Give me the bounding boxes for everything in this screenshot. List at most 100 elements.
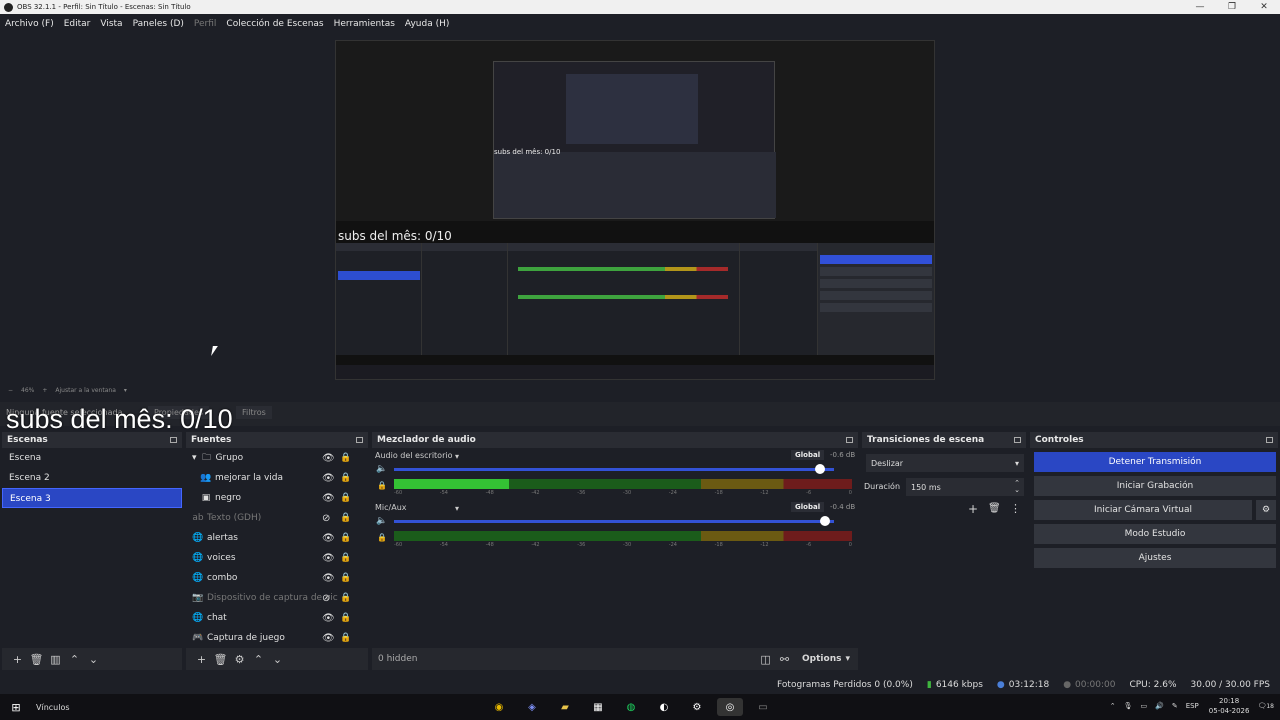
source-item[interactable]: 🌐 alertas 👁 🔒 (186, 528, 368, 548)
source-item[interactable]: ▣ negro 👁 🔒 (186, 488, 368, 508)
lock-icon[interactable]: 🔒 (340, 493, 351, 503)
lock-icon[interactable]: 🔒 (340, 533, 351, 543)
lock-icon[interactable]: 🔒 (340, 633, 351, 643)
float-dock-icon[interactable] (1266, 437, 1273, 443)
menu-archivo[interactable]: Archivo (F) (0, 19, 59, 29)
game-app-icon[interactable]: ▭ (750, 698, 776, 716)
pen-icon[interactable]: ✎ (1172, 702, 1178, 710)
notification-icon[interactable]: 🗨 (1257, 702, 1266, 710)
add-transition-icon[interactable]: + (968, 502, 978, 516)
settings-button[interactable]: Ajustes (1034, 548, 1276, 568)
more-options-icon[interactable]: ⋮ (1010, 502, 1021, 515)
move-up-icon[interactable]: ⌃ (65, 653, 84, 666)
lock-icon[interactable]: 🔒 (377, 533, 387, 542)
chevron-down-icon[interactable]: ▾ (192, 453, 197, 463)
chevron-up-icon[interactable]: ⌃ (1110, 702, 1116, 710)
mic-icon[interactable]: 🎙 (1124, 702, 1133, 710)
start-virtual-camera-button[interactable]: Iniciar Cámara Virtual (1034, 500, 1252, 520)
chrome-icon[interactable]: ◉ (486, 698, 512, 716)
source-item[interactable]: 🎮 Captura de juego 👁 🔒 (186, 628, 368, 648)
lock-icon[interactable]: 🔒 (340, 573, 351, 583)
lock-icon[interactable]: 🔒 (340, 453, 351, 463)
menu-coleccion-escenas[interactable]: Colección de Escenas (221, 19, 328, 29)
gear-icon[interactable]: ⚙ (230, 653, 249, 666)
eye-icon[interactable]: 👁 (322, 473, 335, 484)
menu-ayuda[interactable]: Ayuda (H) (400, 19, 454, 29)
maximize-button[interactable]: ❐ (1216, 2, 1248, 12)
speaker-icon[interactable]: 🔈 (376, 464, 387, 474)
move-down-icon[interactable]: ⌄ (268, 653, 287, 666)
close-button[interactable]: ✕ (1248, 2, 1280, 12)
settings-app-icon[interactable]: ⚙ (684, 698, 710, 716)
chevron-down-icon[interactable]: ▾ (455, 452, 459, 461)
menu-vista[interactable]: Vista (95, 19, 127, 29)
scene-item[interactable]: Escena 2 (2, 468, 182, 488)
eye-icon[interactable]: 👁 (322, 613, 335, 624)
eye-hidden-icon[interactable]: ⊘ (322, 593, 330, 604)
zoom-out-button[interactable]: − (8, 387, 13, 394)
layout-icon[interactable]: ◫ (756, 653, 775, 666)
lock-icon[interactable]: 🔒 (340, 473, 351, 483)
options-dropdown[interactable]: Options (802, 654, 841, 664)
volume-slider-knob[interactable] (815, 464, 826, 474)
spinner-icon[interactable]: ⌃ ⌄ (1014, 480, 1020, 494)
windows-start-icon[interactable]: ⊞ (0, 701, 32, 714)
gear-icon[interactable]: ⚙ (1256, 500, 1276, 520)
filters-button[interactable]: Filtros (236, 406, 272, 419)
studio-mode-button[interactable]: Modo Estudio (1034, 524, 1276, 544)
add-source-icon[interactable]: + (192, 653, 211, 666)
zoom-fit-dropdown[interactable]: Ajustar a la ventana (55, 387, 116, 394)
menu-perfil[interactable]: Perfil (189, 19, 222, 29)
float-dock-icon[interactable] (1014, 437, 1021, 443)
eye-icon[interactable]: 👁 (322, 573, 335, 584)
source-item[interactable]: 👥 mejorar la vida 👁 🔒 (186, 468, 368, 488)
link-icon[interactable]: ⚯ (775, 653, 794, 666)
source-item[interactable]: 📷 Dispositivo de captura de vic ⊘ 🔒 (186, 588, 368, 608)
network-icon[interactable]: ▭ (1140, 702, 1147, 710)
discord-icon[interactable]: ◈ (519, 698, 545, 716)
volume-slider[interactable] (394, 464, 834, 474)
calendar-icon[interactable]: ▦ (585, 698, 611, 716)
source-item[interactable]: ab Texto (GDH) ⊘ 🔒 (186, 508, 368, 528)
menu-herramientas[interactable]: Herramientas (329, 19, 400, 29)
menu-paneles[interactable]: Paneles (D) (128, 19, 189, 29)
eye-icon[interactable]: 👁 (322, 553, 335, 564)
lock-icon[interactable]: 🔒 (340, 613, 351, 623)
volume-slider-knob[interactable] (819, 516, 830, 526)
start-recording-button[interactable]: Iniciar Grabación (1034, 476, 1276, 496)
taskbar-links-label[interactable]: Vínculos (36, 703, 70, 712)
duration-input[interactable]: 150 ms ⌃ ⌄ (906, 478, 1024, 496)
eye-icon[interactable]: 👁 (322, 533, 335, 544)
zoom-in-button[interactable]: + (42, 387, 47, 394)
minimize-button[interactable]: — (1184, 2, 1216, 12)
trash-icon[interactable]: 🗑 (988, 503, 1001, 514)
filter-icon[interactable]: ▥ (46, 653, 65, 666)
lock-icon[interactable]: 🔒 (340, 593, 351, 603)
add-scene-icon[interactable]: + (8, 653, 27, 666)
float-dock-icon[interactable] (356, 437, 363, 443)
source-item[interactable]: 🌐 combo 👁 🔒 (186, 568, 368, 588)
chevron-down-icon[interactable]: ▾ (845, 654, 850, 664)
trash-icon[interactable]: 🗑 (27, 653, 46, 666)
source-item[interactable]: 🌐 chat 👁 🔒 (186, 608, 368, 628)
steam-icon[interactable]: ◐ (651, 698, 677, 716)
menu-editar[interactable]: Editar (59, 19, 96, 29)
move-down-icon[interactable]: ⌄ (84, 653, 103, 666)
volume-slider[interactable] (394, 516, 834, 526)
float-dock-icon[interactable] (846, 437, 853, 443)
source-item[interactable]: ▾ 🗀 Grupo 👁 🔒 (186, 448, 368, 468)
clock[interactable]: 20:18 05-04-2026 (1209, 696, 1250, 716)
scene-item-selected[interactable]: Escena 3 (2, 488, 182, 508)
float-dock-icon[interactable] (170, 437, 177, 443)
speaker-icon[interactable]: 🔈 (376, 516, 387, 526)
language-indicator[interactable]: ESP (1186, 702, 1199, 710)
eye-icon[interactable]: 👁 (322, 453, 335, 464)
source-item[interactable]: 🌐 voices 👁 🔒 (186, 548, 368, 568)
folder-icon[interactable]: ▰ (552, 698, 578, 716)
lock-icon[interactable]: 🔒 (340, 513, 351, 523)
lock-icon[interactable]: 🔒 (340, 553, 351, 563)
eye-hidden-icon[interactable]: ⊘ (322, 513, 330, 524)
chevron-down-icon[interactable]: ▾ (124, 387, 127, 394)
move-up-icon[interactable]: ⌃ (249, 653, 268, 666)
stop-streaming-button[interactable]: Detener Transmisión (1034, 452, 1276, 472)
